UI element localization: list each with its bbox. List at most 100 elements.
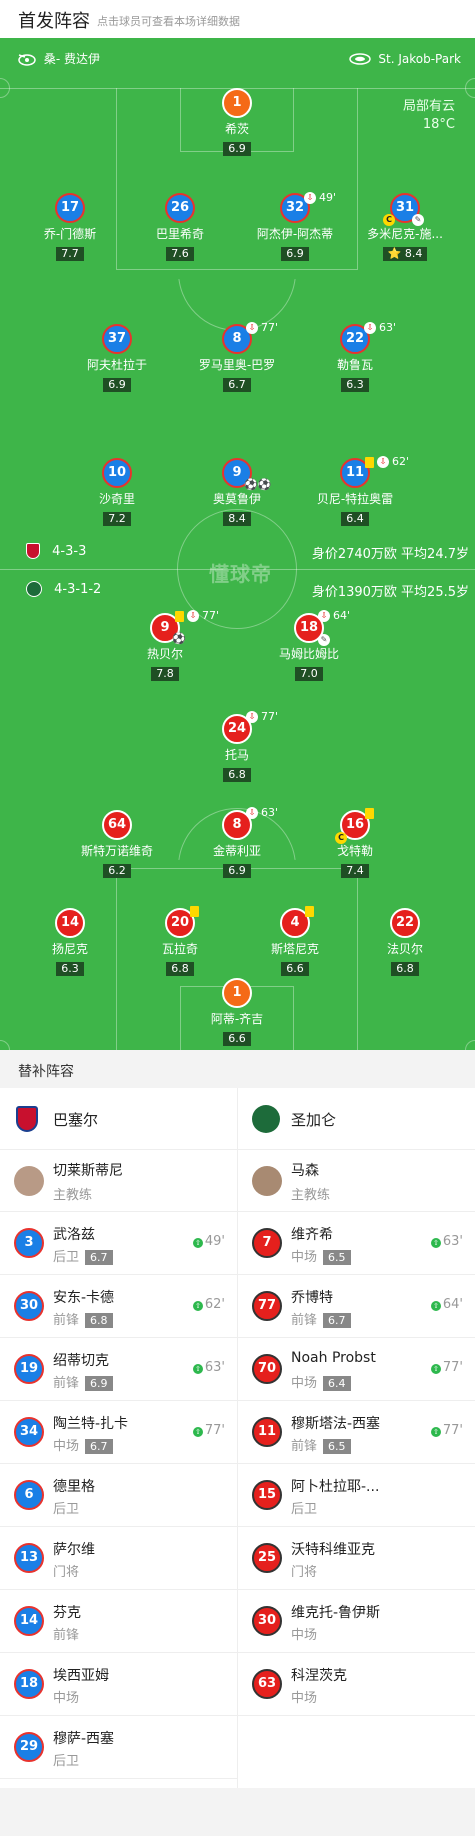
player-name: 斯塔尼克 [270, 942, 319, 956]
away-player-22[interactable]: 22 法贝尔 6.8 [350, 908, 460, 976]
player-rating: 7.0 [295, 667, 323, 681]
home-player-9[interactable]: 9 奥莫鲁伊 8.4 [182, 458, 292, 526]
jersey-number: 15 [252, 1480, 282, 1510]
sub-player-row[interactable]: 25 沃特科维亚克 门将 [238, 1527, 475, 1590]
weather: 局部有云 18°C [403, 98, 455, 134]
sub-in-time: ⇧ 64' [430, 1297, 463, 1312]
away-player-18[interactable]: 18 马姆比姆比 7.0 [254, 613, 364, 681]
sub-player-row[interactable]: 18 埃西亚姆 中场 [0, 1653, 237, 1716]
jersey-number: 11 [252, 1417, 282, 1447]
player-position: 中场 6.4 [291, 1372, 351, 1391]
sub-in-icon: ⇧ [192, 1427, 203, 1437]
sub-in-time: ⇧ 49' [192, 1234, 225, 1249]
coach-role: 主教练 [53, 1188, 93, 1203]
yellow-card-icon [190, 906, 199, 917]
player-rating: 6.6 [223, 1032, 251, 1046]
player-rating: 6.7 [85, 1439, 113, 1454]
coach-name: 切莱斯蒂尼 [53, 1163, 123, 1179]
away-player-1[interactable]: 1 阿蒂-齐吉 6.6 [182, 978, 292, 1046]
home-formation: 4-3-3 [26, 543, 86, 559]
weather-temp: 18°C [422, 117, 455, 132]
away-crest-icon [252, 1105, 280, 1133]
sub-player-row[interactable]: 29 穆萨-西塞 后卫 [0, 1716, 237, 1779]
player-position: 门将 [291, 1565, 318, 1580]
away-player-64[interactable]: 64 斯特万诺维奇 6.2 [62, 810, 172, 878]
player-position: 前锋 6.8 [53, 1309, 113, 1328]
sub-player-row[interactable]: 19 绍蒂切克 前锋 6.9 ⇧ 63' [0, 1338, 237, 1401]
player-name: 勒鲁瓦 [336, 358, 373, 372]
home-player-26[interactable]: 26 巴里希奇 7.6 [125, 193, 235, 261]
sub-player-row[interactable]: 77 乔博特 前锋 6.7 ⇧ 64' [238, 1275, 475, 1338]
home-player-11[interactable]: 11 贝尼-特拉奥雷 6.4 [300, 458, 410, 526]
player-position: 前锋 [53, 1628, 80, 1643]
coach-name: 马森 [291, 1163, 319, 1179]
away-coach-row[interactable]: 马森 主教练 [238, 1150, 475, 1212]
sub-player-row[interactable]: 7 维齐希 中场 6.5 ⇧ 63' [238, 1212, 475, 1275]
player-rating: 6.9 [103, 378, 131, 392]
sub-player-row[interactable]: 13 萨尔维 门将 [0, 1527, 237, 1590]
player-name: 乔博特 [291, 1290, 333, 1306]
sub-out-icon: ⇩ [246, 807, 258, 819]
sub-player-row[interactable]: 34 陶兰特-扎卡 中场 6.7 ⇧ 77' [0, 1401, 237, 1464]
home-player-22[interactable]: 22 勒鲁瓦 6.3 [300, 324, 410, 392]
player-name: 阿蒂-齐吉 [210, 1012, 264, 1026]
player-position: 前锋 6.9 [53, 1372, 113, 1391]
player-name: 阿卜杜拉耶-... [291, 1479, 380, 1495]
sub-in-icon: ⇧ [430, 1427, 441, 1437]
sub-player-row[interactable]: 6 德里格 后卫 [0, 1464, 237, 1527]
home-player-37[interactable]: 37 阿夫杜拉于 6.9 [62, 324, 172, 392]
sub-in-icon: ⇧ [430, 1238, 441, 1248]
stadium-icon [348, 53, 371, 65]
player-name: 贝尼-特拉奥雷 [316, 492, 394, 506]
sub-time: 77' [202, 609, 220, 622]
away-player-20[interactable]: 20 瓦拉奇 6.8 [125, 908, 235, 976]
player-rating: 7.7 [56, 247, 84, 261]
coach-avatar [252, 1166, 282, 1196]
sub-player-row[interactable]: 70 Noah Probst 中场 6.4 ⇧ 77' [238, 1338, 475, 1401]
home-player-8[interactable]: 8 罗马里奥-巴罗 6.7 [182, 324, 292, 392]
home-coach-row[interactable]: 切莱斯蒂尼 主教练 [0, 1150, 237, 1212]
subs-title: 替补阵容 [18, 1064, 74, 1080]
player-rating: 6.5 [323, 1439, 351, 1454]
sub-in-time: ⇧ 63' [430, 1234, 463, 1249]
away-team-name: 圣加仑 [291, 1111, 337, 1129]
away-player-9[interactable]: 9 热贝尔 7.8 [110, 613, 220, 681]
player-rating: 6.9 [223, 142, 251, 156]
sub-in-time: ⇧ 77' [192, 1423, 225, 1438]
sub-player-row[interactable]: 3 武洛兹 后卫 6.7 ⇧ 49' [0, 1212, 237, 1275]
player-rating: 6.9 [85, 1376, 113, 1391]
home-player-17[interactable]: 17 乔-门德斯 7.7 [15, 193, 125, 261]
away-team-row: 圣加仑 [238, 1088, 475, 1150]
sub-time: 77' [261, 710, 279, 723]
sub-player-row[interactable]: 30 维克托-鲁伊斯 中场 [238, 1590, 475, 1653]
home-crest-icon [26, 543, 40, 559]
home-player-31[interactable]: 31 多米尼克-施... ⭐ 8.4 [350, 193, 460, 261]
away-player-24[interactable]: 24 托马 6.8 [182, 714, 292, 782]
player-name: 武洛兹 [53, 1227, 95, 1243]
home-player-1[interactable]: 1 希茨 6.9 [182, 88, 292, 156]
home-team-name: 巴塞尔 [53, 1111, 99, 1129]
sub-player-row[interactable]: 15 阿卜杜拉耶-... 后卫 [238, 1464, 475, 1527]
sub-player-row[interactable]: 11 穆斯塔法-西塞 前锋 6.5 ⇧ 77' [238, 1401, 475, 1464]
jersey-number: 19 [14, 1354, 44, 1384]
away-player-14[interactable]: 14 扬尼克 6.3 [15, 908, 125, 976]
away-player-4[interactable]: 4 斯塔尼克 6.6 [240, 908, 350, 976]
sub-player-row[interactable]: 63 科涅茨克 中场 [238, 1653, 475, 1716]
away-player-16[interactable]: 16 戈特勒 7.4 [300, 810, 410, 878]
subs-header: 替补阵容 [0, 1050, 475, 1088]
jersey-number: 1 [222, 978, 252, 1008]
jersey-number: 10 [102, 458, 132, 488]
player-position: 前锋 6.7 [291, 1309, 351, 1328]
sub-player-row[interactable]: 14 芬克 前锋 [0, 1590, 237, 1653]
sub-out-icon: ⇩ [246, 711, 258, 723]
captain-icon: C [335, 832, 347, 844]
home-player-10[interactable]: 10 沙奇里 7.2 [62, 458, 172, 526]
page-subtitle: 点击球员可查看本场详细数据 [97, 15, 240, 28]
player-name: 法贝尔 [386, 942, 423, 956]
player-name: 瓦拉奇 [161, 942, 198, 956]
player-rating: 8.4 [223, 512, 251, 526]
away-formation: 4-3-1-2 [26, 581, 101, 597]
sub-player-row[interactable]: 30 安东-卡德 前锋 6.8 ⇧ 62' [0, 1275, 237, 1338]
away-player-8[interactable]: 8 金蒂利亚 6.9 [182, 810, 292, 878]
player-rating: 6.4 [323, 1376, 351, 1391]
